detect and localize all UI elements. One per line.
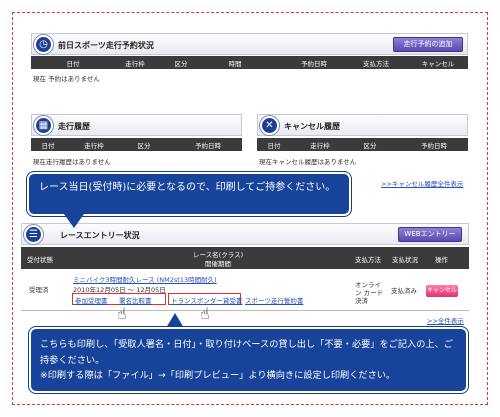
cancel-history-table-header: 日付 走行枠 区分 予約日時 [257, 138, 468, 151]
race-entry-panel-header: ☰ レースエントリー状況 WEBエントリー [21, 223, 469, 245]
table-row: 受理済 ミニバイク3時間耐久レース (NM2st13時間耐久) 2010年12月… [21, 269, 469, 311]
col-period: 開催期間 [205, 260, 231, 268]
cancel-history-all-link[interactable]: >>キャンセル履歴全件表示 [381, 178, 463, 188]
sports-pledge-link[interactable]: スポーツ走行誓約書 [245, 295, 303, 305]
history-panel-header: ▦ 走行履歴 [31, 114, 242, 136]
race-entry-title: レースエントリー状況 [60, 231, 140, 240]
reservation-panel-header: ◷ 前日スポーツ走行予約状況 走行予約の追加 [31, 33, 468, 55]
col-slot: 走行枠 [125, 60, 145, 68]
col-action: 操作 [435, 256, 448, 264]
callout-print-instructions: こちらも印刷し、「受取人署名・日付」・取り付けベースの貸し出し「不要・必要」をご… [28, 326, 469, 394]
col-slot: 走行枠 [84, 142, 104, 150]
col-slot: 走行枠 [310, 142, 330, 150]
col-payment: 支払方法 [355, 256, 381, 264]
col-category: 区分 [137, 142, 151, 150]
cancel-history-empty: 現在キャンセル履歴はありません [259, 158, 357, 166]
entry-all-link[interactable]: >>全件表示 [427, 315, 464, 325]
col-date: 日付 [267, 142, 281, 150]
cancel-x-icon: ✕ [260, 116, 279, 135]
reservation-title: 前日スポーツ走行予約状況 [58, 41, 154, 50]
race-entry-panel: ☰ レースエントリー状況 WEBエントリー 受付状態 レース名(クラス) 開催期… [21, 223, 469, 325]
race-entry-table-header: 受付状態 レース名(クラス) 開催期間 支払方法 支払状況 操作 [21, 247, 469, 269]
history-title: 走行履歴 [58, 122, 90, 131]
col-status: 受付状態 [27, 256, 53, 264]
callout-tail [166, 313, 184, 328]
col-date: 日付 [66, 60, 80, 68]
col-reserved-at: 予約日時 [301, 60, 327, 68]
col-category: 区分 [174, 60, 188, 68]
calendar-icon: ▦ [34, 116, 53, 135]
col-reserved-at: 予約日時 [421, 142, 447, 150]
payment-method: オンライン カード決済 [355, 281, 384, 305]
callout-line-1: こちらも印刷し、「受取人署名・日付」・取り付けベースの貸し出し「不要・必要」をご… [40, 339, 453, 366]
history-table-header: 日付 走行枠 区分 予約日時 [31, 138, 242, 151]
payment-status: 支払済み [391, 287, 417, 295]
callout-tail [64, 214, 84, 228]
clock-icon: ◷ [34, 35, 53, 54]
callout-line-2: ※印刷する際は「ファイル」→「印刷プレビュー」より横向きに設定し印刷ください。 [40, 370, 396, 381]
callout-print-notice: レース当日(受付時)に必要となるので、印刷してご持参ください。 [26, 171, 352, 217]
col-reserved-at: 予約日時 [195, 142, 221, 150]
col-date: 日付 [41, 142, 55, 150]
cancel-history-panel-header: ✕ キャンセル履歴 [257, 114, 468, 136]
cancel-entry-button[interactable]: キャンセル [426, 285, 458, 297]
reservation-empty: 現在 予約はありません [33, 75, 100, 83]
acceptance-document-link[interactable]: 参加受理書 [75, 295, 108, 305]
hand-cursor-icon: ☝ [200, 304, 210, 323]
col-category: 区分 [363, 142, 377, 150]
web-entry-button[interactable]: WEBエントリー [398, 227, 462, 242]
hand-cursor-icon: ☝ [117, 304, 127, 323]
col-pay-status: 支払状況 [392, 256, 418, 264]
cancel-history-title: キャンセル履歴 [284, 122, 340, 131]
list-icon: ☰ [24, 225, 43, 244]
reservation-table-header: 日付 走行枠 区分 時間 予約日時 支払方法 キャンセル [31, 56, 468, 69]
col-payment: 支払方法 [363, 60, 389, 68]
history-empty: 現在走行履歴はありません [33, 158, 111, 166]
entry-status: 受理済 [29, 286, 49, 294]
col-time: 時間 [228, 60, 242, 68]
add-reservation-button[interactable]: 走行予約の追加 [393, 37, 463, 52]
col-cancel: キャンセル [421, 60, 455, 68]
race-name-link[interactable]: ミニバイク3時間耐久レース (NM2st13時間耐久) [73, 274, 217, 284]
